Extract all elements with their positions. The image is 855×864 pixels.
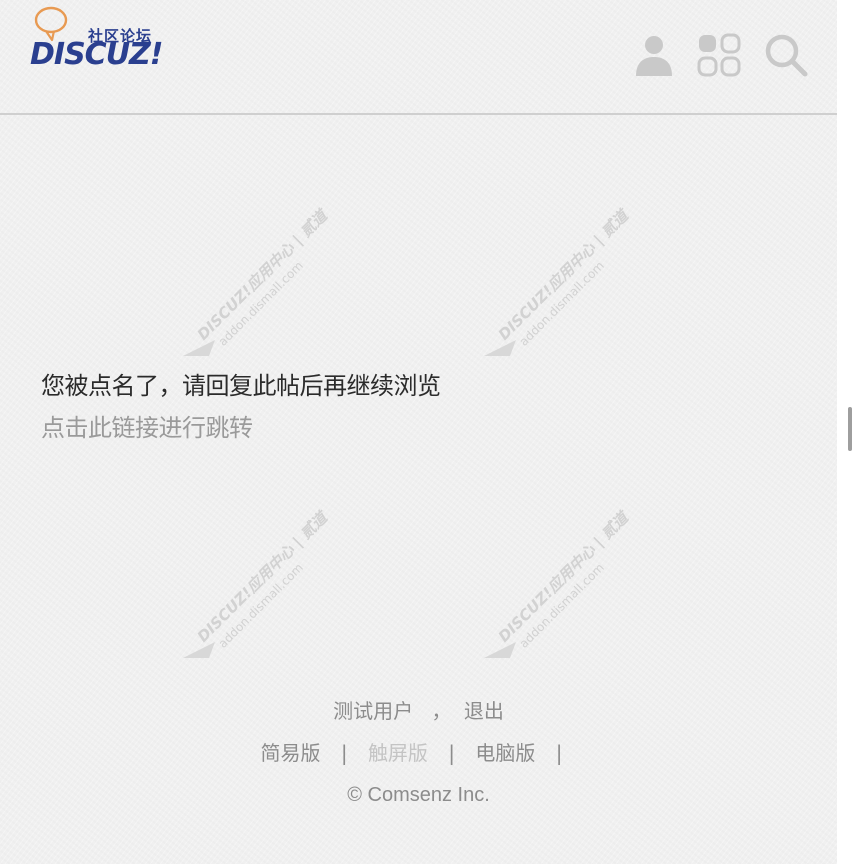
header: 社区论坛 DISCUZ! <box>0 0 837 115</box>
reply-required-message: 您被点名了，请回复此帖后再继续浏览 <box>41 372 441 400</box>
svg-text:DISCUZ!应用中心 | 贰道: DISCUZ!应用中心 | 贰道 <box>495 507 635 647</box>
svg-text:DISCUZ!应用中心 | 贰道: DISCUZ!应用中心 | 贰道 <box>194 205 334 345</box>
desktop-version-link[interactable]: 电脑版 <box>475 741 535 765</box>
footer-comma: ， <box>431 699 452 723</box>
username-link[interactable]: 测试用户 <box>333 699 413 723</box>
svg-text:DISCUZ!应用中心 | 贰道: DISCUZ!应用中心 | 贰道 <box>495 205 635 345</box>
copyright: © Comsenz Inc. <box>347 784 490 806</box>
user-icon[interactable] <box>631 32 677 78</box>
footer-separator: | <box>555 741 563 765</box>
footer-separator: | <box>448 741 456 765</box>
svg-text:addon.dismall.com: addon.dismall.com <box>517 258 607 348</box>
footer: 测试用户 ， 退出 简易版 | 触屏版 | 电脑版 | © Comsenz In… <box>0 695 837 821</box>
scrollbar-track[interactable] <box>837 0 855 864</box>
simple-version-link[interactable]: 简易版 <box>260 741 320 765</box>
svg-text:addon.dismall.com: addon.dismall.com <box>216 560 306 650</box>
footer-mode-switch: 简易版 | 触屏版 | 电脑版 | <box>0 737 837 779</box>
footer-separator: | <box>340 741 348 765</box>
grid-icon[interactable] <box>696 32 742 78</box>
footer-user-line: 测试用户 ， 退出 <box>0 695 837 737</box>
svg-text:addon.dismall.com: addon.dismall.com <box>216 258 306 348</box>
touch-version-link[interactable]: 触屏版 <box>368 741 428 765</box>
watermark: DISCUZ!应用中心 | 贰道 addon.dismall.com <box>484 205 635 356</box>
logout-link[interactable]: 退出 <box>464 699 504 723</box>
svg-text:DISCUZ!应用中心 | 贰道: DISCUZ!应用中心 | 贰道 <box>194 507 334 647</box>
redirect-link[interactable]: 点击此链接进行跳转 <box>41 408 253 443</box>
watermark: DISCUZ!应用中心 | 贰道 addon.dismall.com <box>183 507 334 658</box>
watermark: DISCUZ!应用中心 | 贰道 addon.dismall.com <box>484 507 635 658</box>
site-logo[interactable]: 社区论坛 DISCUZ! <box>30 6 165 72</box>
logo-wordmark: DISCUZ! <box>30 37 163 72</box>
watermark: DISCUZ!应用中心 | 贰道 addon.dismall.com <box>183 205 334 356</box>
scrollbar-thumb[interactable] <box>848 407 852 451</box>
search-icon[interactable] <box>763 32 809 78</box>
page: 社区论坛 DISCUZ! DISCUZ!应用中心 | 贰道 addon.dism… <box>0 0 837 864</box>
svg-text:addon.dismall.com: addon.dismall.com <box>517 560 607 650</box>
